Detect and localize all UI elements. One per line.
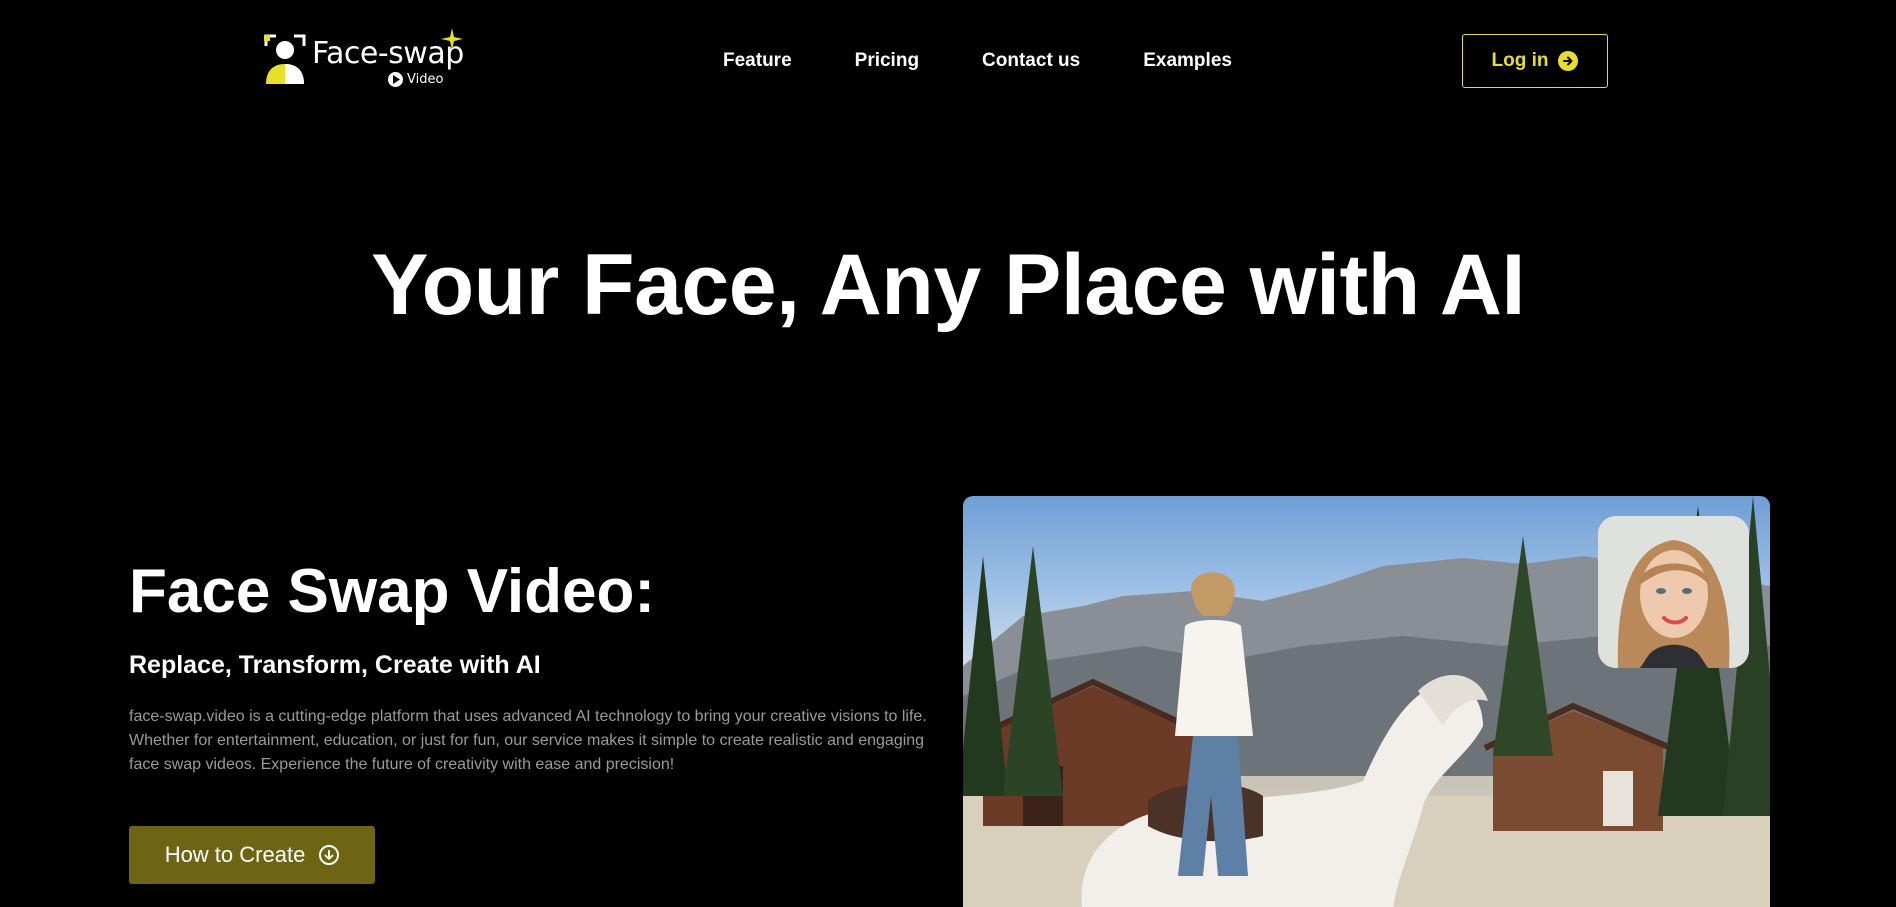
login-button[interactable]: Log in — [1462, 34, 1608, 88]
how-to-create-button[interactable]: How to Create — [129, 826, 375, 884]
play-icon — [388, 72, 403, 87]
sparkle-icon — [441, 28, 463, 54]
main-nav: Feature Pricing Contact us Examples — [723, 50, 1232, 72]
nav-item-pricing[interactable]: Pricing — [855, 50, 919, 72]
arrow-down-circle-icon — [319, 845, 340, 865]
hero-title: Your Face, Any Place with AI — [371, 237, 1525, 333]
brand-logo[interactable]: Face-swap Video — [264, 28, 474, 90]
source-face-thumbnail — [1598, 516, 1749, 668]
arrow-right-circle-icon — [1558, 51, 1579, 71]
face-frame-icon — [264, 34, 308, 86]
nav-item-examples[interactable]: Examples — [1143, 50, 1232, 72]
section-description: face-swap.video is a cutting-edge platfo… — [129, 708, 927, 773]
page: Face-swap Video Feature Pricing Contact … — [0, 0, 1896, 907]
nav-item-feature[interactable]: Feature — [723, 50, 792, 72]
nav-item-contact[interactable]: Contact us — [982, 50, 1080, 72]
section-subtitle: Replace, Transform, Create with AI — [129, 651, 541, 679]
section-title: Face Swap Video: — [129, 557, 656, 626]
how-to-create-label: How to Create — [164, 842, 306, 867]
brand-sub: Video — [388, 72, 443, 87]
login-label: Log in — [1491, 50, 1549, 71]
brand-sub-label: Video — [407, 72, 444, 87]
